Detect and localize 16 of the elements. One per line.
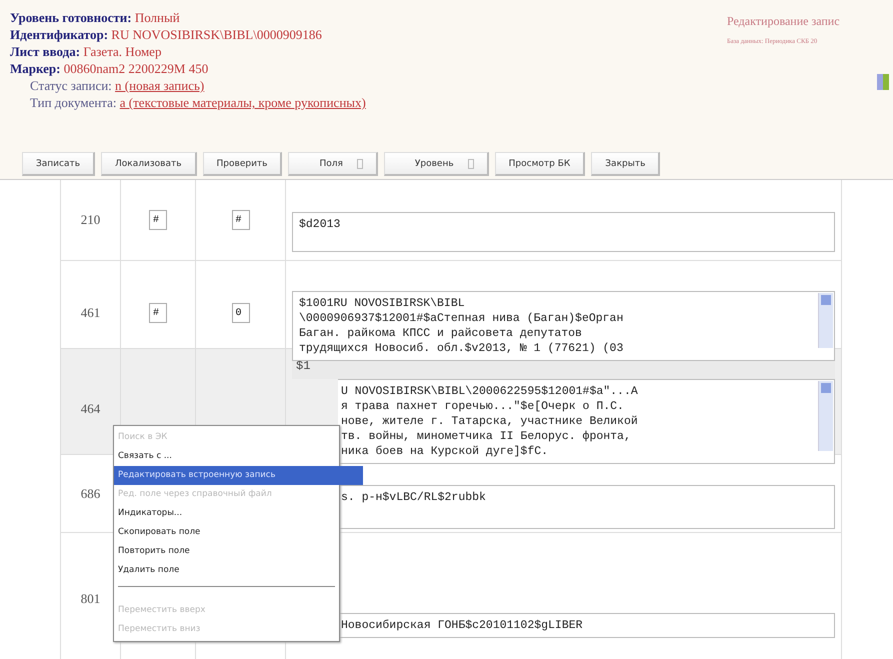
field-value: 00860nam2 2200229M 450 (64, 61, 208, 76)
page-title: Редактирование запис (727, 14, 840, 29)
field-value: Газета. Номер (83, 44, 162, 59)
field-tag: 210 (80, 212, 100, 228)
field-label: Маркер: (10, 61, 60, 76)
field-tag: 801 (80, 591, 100, 607)
field-label: Тип документа: (30, 95, 117, 110)
field-label: Идентификатор: (10, 27, 108, 42)
field-label: Уровень готовности: (10, 10, 132, 25)
field-tag: 461 (80, 305, 100, 321)
field-value: RU NOVOSIBIRSK\BIBL\0000909186 (111, 27, 322, 42)
field-tag: 464 (80, 400, 100, 416)
field-tag: 686 (80, 486, 100, 502)
field-label: Статус записи: (30, 78, 112, 93)
field-value: Полный (134, 10, 180, 25)
field-label: Лист ввода: (10, 44, 80, 59)
